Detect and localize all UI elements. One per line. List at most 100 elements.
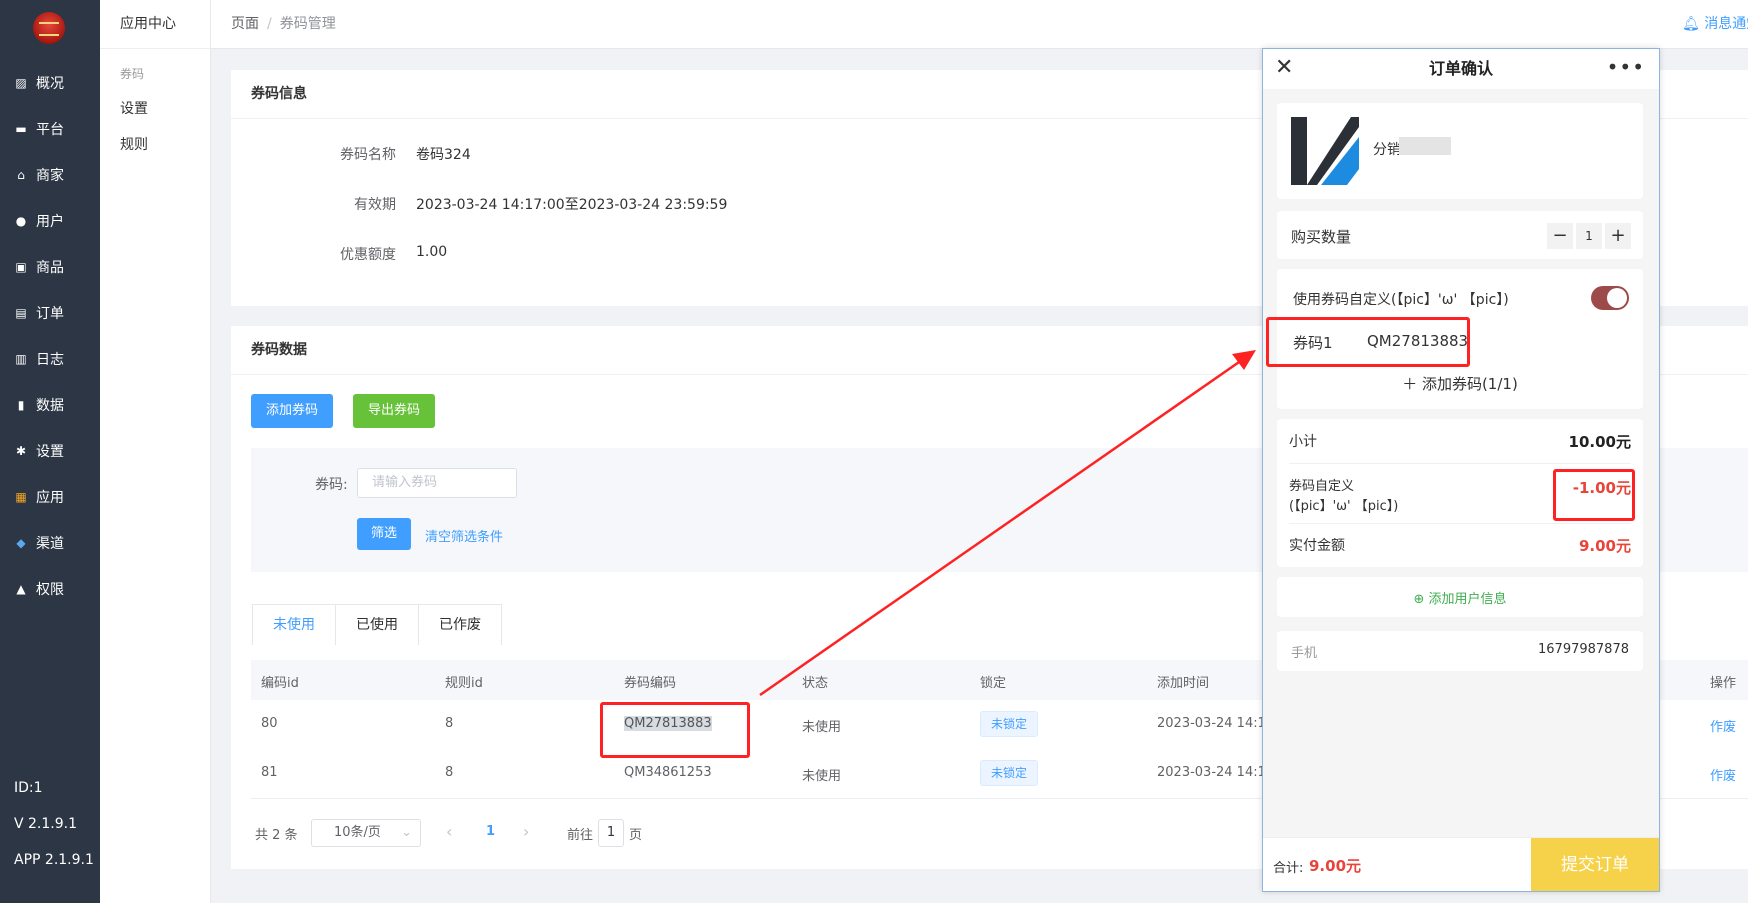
page-size-select[interactable]: 10条/页 ⌄	[311, 819, 421, 847]
chart-icon: ▨	[15, 76, 27, 90]
coupon-toggle[interactable]	[1591, 286, 1629, 310]
pager-total: 共 2 条	[255, 828, 298, 843]
coupon-search-input[interactable]: 请输入券码	[357, 468, 517, 498]
tab-voided[interactable]: 已作废	[419, 605, 501, 645]
page-size-value: 10条/页	[334, 825, 381, 840]
add-coupon-button[interactable]: 添加券码	[251, 394, 334, 428]
shop-card: 分销	[1277, 103, 1643, 199]
sidebar-item-label: 设置	[36, 444, 64, 460]
shop-logo-icon	[1291, 117, 1359, 185]
page-number[interactable]: 1	[486, 824, 495, 839]
sidebar-item-merchant[interactable]: ⌂ 商家	[0, 152, 100, 198]
sidebar-item-label: 用户	[36, 214, 64, 230]
phone-value[interactable]: 16797987878	[1538, 642, 1629, 657]
highlight-box-discount	[1553, 469, 1635, 521]
blurred-text	[1399, 137, 1451, 155]
sidebar-item-order[interactable]: ▤ 订单	[0, 290, 100, 336]
paid-value: 9.00元	[1578, 537, 1631, 555]
info-label: 优惠额度	[340, 247, 396, 263]
prev-page-button[interactable]: ‹	[446, 822, 452, 841]
more-icon[interactable]: •••	[1607, 55, 1645, 79]
divider	[1289, 463, 1631, 464]
divider	[1289, 523, 1631, 524]
sidebar-item-overview[interactable]: ▨ 概况	[0, 60, 100, 106]
quantity-label: 购买数量	[1291, 228, 1352, 246]
quantity-minus-button[interactable]: −	[1547, 223, 1573, 249]
column-header: 添加时间	[1157, 676, 1210, 691]
void-link[interactable]: 作废	[1710, 765, 1736, 784]
add-user-info-link[interactable]: ⊕ 添加用户信息	[1277, 588, 1643, 607]
sub-sidebar-item-rules[interactable]: 规则	[100, 134, 210, 154]
sidebar-item-goods[interactable]: ▣ 商品	[0, 244, 100, 290]
sidebar-item-label: 商品	[36, 260, 64, 276]
info-value: 1.00	[416, 244, 448, 260]
void-link[interactable]: 作废	[1710, 716, 1736, 735]
gear-icon: ✱	[15, 444, 27, 458]
order-confirm-header: ✕ 订单确认 •••	[1263, 49, 1659, 89]
sidebar-item-label: 订单	[36, 306, 64, 322]
plus-circle-icon: ⊕	[1413, 592, 1425, 607]
breadcrumb-separator: /	[267, 16, 272, 32]
sidebar-item-label: 日志	[36, 352, 64, 368]
column-header: 规则id	[445, 676, 483, 691]
sidebar-item-log[interactable]: ▥ 日志	[0, 336, 100, 382]
order-confirm-title: 订单确认	[1428, 59, 1493, 78]
lock-status-badge: 未锁定	[980, 760, 1039, 786]
clear-filter-link[interactable]: 清空筛选条件	[425, 526, 503, 545]
chevron-down-icon: ⌄	[401, 825, 412, 840]
version-text: V 2.1.9.1	[14, 816, 78, 832]
quantity-value[interactable]: 1	[1576, 223, 1602, 249]
sub-sidebar-item-settings[interactable]: 设置	[100, 98, 210, 118]
quantity-plus-button[interactable]: +	[1605, 223, 1631, 249]
sidebar-item-platform[interactable]: ▬ 平台	[0, 106, 100, 152]
column-header: 锁定	[980, 676, 1007, 691]
add-coupon-link[interactable]: ＋ 添加券码(1/1)	[1277, 373, 1643, 394]
next-page-button[interactable]: ›	[523, 822, 529, 841]
submit-order-button[interactable]: 提交订单	[1531, 838, 1659, 891]
tab-used[interactable]: 已使用	[336, 605, 419, 645]
sidebar-item-label: 应用	[36, 490, 64, 506]
sub-sidebar: 应用中心 券码 设置 规则	[100, 0, 211, 903]
column-header: 状态	[802, 676, 829, 691]
notification-link[interactable]: 🔔︎ 消息通知	[1682, 0, 1748, 48]
sidebar-item-data[interactable]: ▮ 数据	[0, 382, 100, 428]
subtotal-label: 小计	[1289, 434, 1317, 450]
sidebar-item-label: 数据	[36, 398, 64, 414]
subtotal-value: 10.00元	[1568, 433, 1631, 451]
cube-icon: ◆	[16, 536, 26, 550]
add-user-info-card[interactable]: ⊕ 添加用户信息	[1277, 577, 1643, 617]
sidebar-item-permission[interactable]: ▲ 权限	[0, 566, 100, 612]
cell-id: 81	[261, 765, 278, 780]
goto-page-input[interactable]: 1	[598, 819, 624, 847]
goto-suffix: 页	[629, 828, 643, 843]
sidebar-item-label: 概况	[36, 76, 64, 92]
export-coupon-button[interactable]: 导出券码	[353, 394, 436, 428]
filter-label: 券码:	[315, 477, 348, 493]
breadcrumb-item-page[interactable]: 页面	[231, 16, 259, 32]
sidebar-item-user[interactable]: ● 用户	[0, 198, 100, 244]
order-confirm-panel: ✕ 订单确认 ••• 分销 购买数量 − 1 + 使用券码自定义(【pic】'ω…	[1262, 48, 1660, 892]
total-label: 合计:	[1273, 861, 1304, 876]
main-nav: ▨ 概况 ▬ 平台 ⌂ 商家 ● 用户 ▣ 商品 ▤ 订单 ▥ 日志 ▮ 数据 ✱ 设置 ▦ 应用 …	[0, 60, 100, 612]
tab-unused[interactable]: 未使用	[253, 605, 336, 645]
bag-icon: ▣	[15, 260, 27, 274]
bell-icon: 🔔︎	[1682, 16, 1700, 32]
main-sidebar: ▨ 概况 ▬ 平台 ⌂ 商家 ● 用户 ▣ 商品 ▤ 订单 ▥ 日志 ▮ 数据 ✱ 设置 ▦ 应用 …	[0, 0, 100, 903]
discount-label-2: (【pic】'ω' 【pic】)	[1289, 499, 1399, 514]
column-header: 券码编码	[624, 676, 677, 691]
sub-sidebar-group: 券码	[120, 67, 145, 81]
highlight-box-coupon	[1266, 317, 1470, 367]
top-bar: 页面 / 券码管理 🔔︎ 消息通知	[211, 0, 1748, 49]
add-user-info-label: 添加用户信息	[1428, 592, 1507, 607]
sidebar-item-settings[interactable]: ✱ 设置	[0, 428, 100, 474]
cell-id: 80	[261, 716, 278, 731]
sidebar-item-apps[interactable]: ▦ 应用	[0, 474, 100, 520]
sidebar-item-label: 平台	[36, 122, 64, 138]
sidebar-item-channel[interactable]: ◆ 渠道	[0, 520, 100, 566]
info-label: 券码名称	[340, 147, 396, 163]
filter-button[interactable]: 筛选	[357, 518, 412, 550]
app-version-text: APP 2.1.9.1	[14, 852, 94, 868]
quantity-card: 购买数量 − 1 +	[1277, 211, 1643, 259]
id-text: ID:1	[14, 780, 43, 796]
cell-status: 未使用	[802, 769, 842, 784]
